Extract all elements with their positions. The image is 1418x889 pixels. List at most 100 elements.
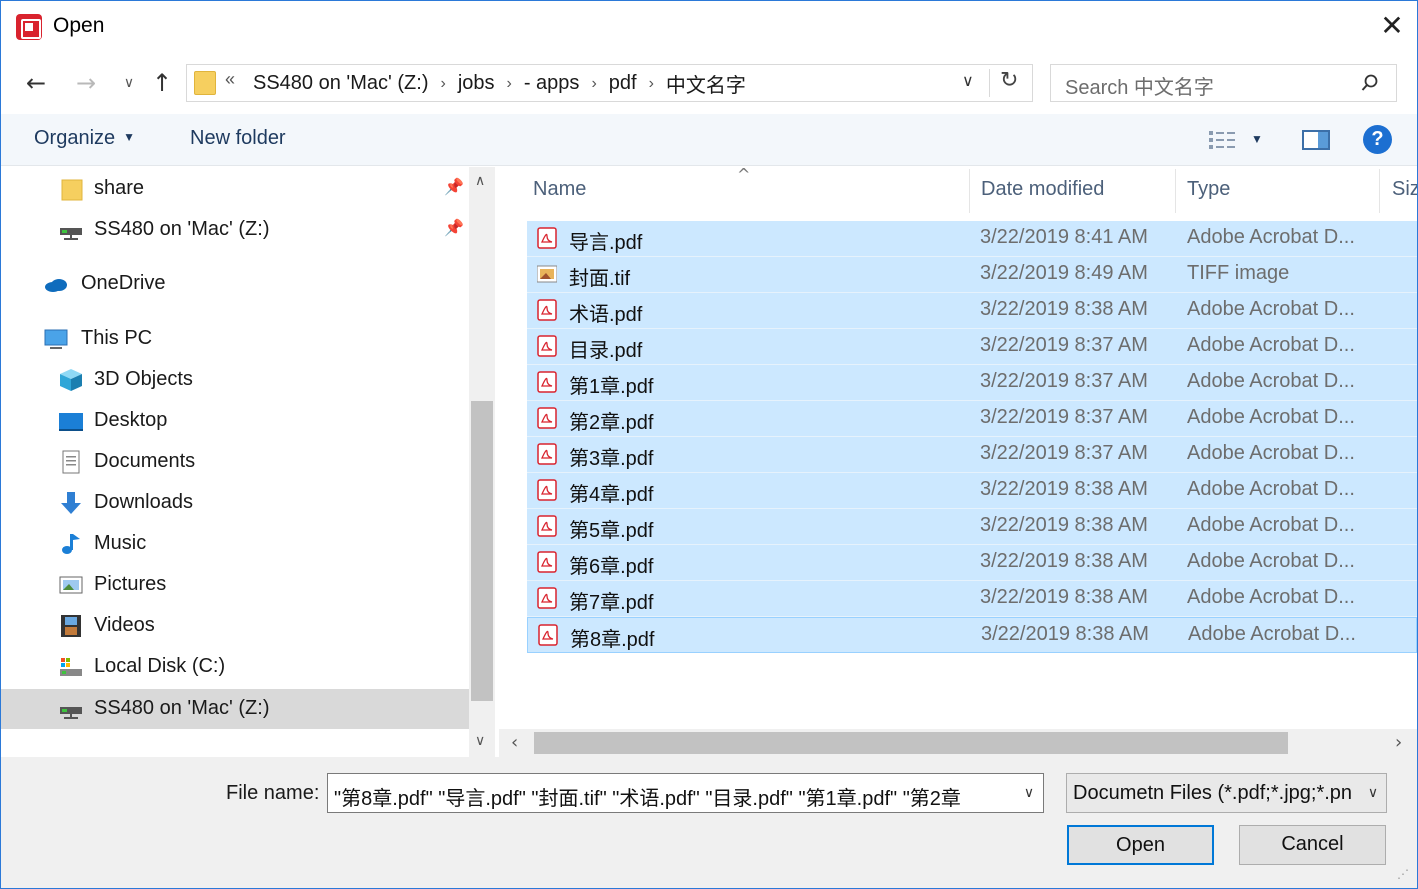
sidebar-item-3d-objects[interactable]: 3D Objects [1,360,469,400]
chevron-right-icon[interactable]: › [507,75,512,93]
file-row[interactable]: 第6章.pdf 3/22/2019 8:38 AM Adobe Acrobat … [527,545,1417,581]
sidebar-item-network-drive[interactable]: SS480 on 'Mac' (Z:) [1,689,469,729]
file-name-input[interactable]: "第8章.pdf" "导言.pdf" "封面.tif" "术语.pdf" "目录… [327,773,1044,813]
sidebar-item-label: OneDrive [81,272,166,294]
file-row[interactable]: 第1章.pdf 3/22/2019 8:37 AM Adobe Acrobat … [527,365,1417,401]
sidebar-item-downloads[interactable]: Downloads [1,483,469,523]
file-row[interactable]: 第8章.pdf 3/22/2019 8:38 AM Adobe Acrobat … [527,617,1417,653]
chevron-down-icon[interactable]: ∨ [1360,774,1386,812]
file-name-label: File name: [226,782,320,804]
forward-arrow-icon[interactable]: → [71,65,101,101]
address-bar[interactable]: « SS480 on 'Mac' (Z:) › jobs › - apps › … [186,64,1033,102]
sidebar-item-music[interactable]: Music [1,524,469,564]
file-date: 3/22/2019 8:37 AM [980,442,1148,464]
sidebar-item-label: Videos [94,614,155,636]
change-view-icon[interactable] [1208,129,1236,151]
pdf-icon [537,551,557,573]
breadcrumb-item[interactable]: jobs [458,72,495,95]
breadcrumb-item[interactable]: SS480 on 'Mac' (Z:) [253,72,428,95]
sidebar-item-this-pc[interactable]: This PC [1,319,469,359]
column-divider[interactable] [1379,169,1380,213]
column-header-type[interactable]: Type [1187,178,1230,201]
breadcrumb-item[interactable]: pdf [609,72,637,95]
file-row[interactable]: 术语.pdf 3/22/2019 8:38 AM Adobe Acrobat D… [527,293,1417,329]
refresh-icon[interactable]: ↻ [1000,68,1018,93]
file-row[interactable]: 第2章.pdf 3/22/2019 8:37 AM Adobe Acrobat … [527,401,1417,437]
file-type: Adobe Acrobat D... [1187,226,1355,248]
help-icon[interactable]: ? [1363,125,1392,154]
open-dialog: Open ✕ ← → ∨ ↑ « SS480 on 'Mac' (Z:) › j… [0,0,1418,889]
file-name: 第6章.pdf [569,556,654,578]
view-options-caret-icon[interactable]: ▼ [1251,132,1263,146]
column-divider[interactable] [969,169,970,213]
pin-icon[interactable]: 📌 [444,218,464,237]
search-placeholder: Search 中文名字 [1065,77,1214,99]
tif-icon [537,265,557,283]
sidebar-item-documents[interactable]: Documents [1,442,469,482]
pin-icon[interactable]: 📌 [444,177,464,196]
file-name-value: "第8章.pdf" "导言.pdf" "封面.tif" "术语.pdf" "目录… [334,788,961,810]
music-icon [62,534,80,554]
close-icon[interactable]: ✕ [1375,9,1409,43]
chevron-down-icon[interactable]: ∨ [962,71,974,90]
scroll-right-icon[interactable]: › [1395,732,1402,753]
file-type-select[interactable]: Documetn Files (*.pdf;*.jpg;*.pn ∨ [1066,773,1387,813]
scrollbar-thumb[interactable] [534,732,1288,754]
file-row[interactable]: 导言.pdf 3/22/2019 8:41 AM Adobe Acrobat D… [527,221,1417,257]
organize-button[interactable]: Organize ▼ [34,127,135,150]
scroll-up-icon[interactable]: ∧ [475,173,485,189]
sidebar-item-share[interactable]: share 📌 [1,169,469,209]
sidebar-item-network-drive-pinned[interactable]: SS480 on 'Mac' (Z:) 📌 [1,210,469,250]
sidebar-item-videos[interactable]: Videos [1,606,469,646]
resize-grip-icon[interactable]: ⋰ [1397,867,1409,881]
recent-locations-chevron-icon[interactable]: ∨ [114,65,144,101]
preview-pane-icon[interactable] [1302,130,1330,150]
file-list-horizontal-scrollbar[interactable]: ‹ › [499,729,1417,757]
chevron-right-icon[interactable]: › [440,75,445,93]
file-row[interactable]: 第4章.pdf 3/22/2019 8:38 AM Adobe Acrobat … [527,473,1417,509]
column-header-date-modified[interactable]: Date modified [981,178,1104,201]
pictures-icon [59,576,83,594]
breadcrumb-overflow[interactable]: « [225,69,235,90]
scrollbar-thumb[interactable] [471,401,493,701]
file-row[interactable]: 第5章.pdf 3/22/2019 8:38 AM Adobe Acrobat … [527,509,1417,545]
sidebar-item-onedrive[interactable]: OneDrive [1,264,469,304]
sidebar-item-desktop[interactable]: Desktop [1,401,469,441]
new-folder-button[interactable]: New folder [190,127,286,150]
back-arrow-icon[interactable]: ← [21,65,51,101]
column-header-name[interactable]: Name [533,178,586,201]
file-row[interactable]: 第3章.pdf 3/22/2019 8:37 AM Adobe Acrobat … [527,437,1417,473]
dialog-footer: File name: "第8章.pdf" "导言.pdf" "封面.tif" "… [1,757,1417,888]
navigation-scrollbar[interactable]: ∧ ∨ [469,167,495,757]
pdf-icon [537,335,557,357]
app-icon [16,14,42,40]
file-date: 3/22/2019 8:38 AM [980,298,1148,320]
chevron-right-icon[interactable]: › [591,75,596,93]
chevron-right-icon[interactable]: › [649,75,654,93]
search-input[interactable]: Search 中文名字 [1050,64,1397,102]
open-button[interactable]: Open [1067,825,1214,865]
column-divider[interactable] [1175,169,1176,213]
breadcrumb-item[interactable]: - apps [524,72,580,95]
cancel-button[interactable]: Cancel [1239,825,1386,865]
file-row[interactable]: 封面.tif 3/22/2019 8:49 AM TIFF image [527,257,1417,293]
pdf-icon [537,299,557,321]
breadcrumb-item[interactable]: 中文名字 [666,69,746,98]
sidebar-item-pictures[interactable]: Pictures [1,565,469,605]
videos-icon [61,615,81,637]
sidebar-item-local-disk[interactable]: Local Disk (C:) [1,647,469,687]
downloads-icon [61,492,81,514]
computer-icon [44,329,68,349]
file-type: Adobe Acrobat D... [1187,406,1355,428]
up-arrow-icon[interactable]: ↑ [147,65,177,101]
pdf-icon [537,407,557,429]
file-type-value: Documetn Files (*.pdf;*.jpg;*.pn [1073,782,1353,804]
file-row[interactable]: 目录.pdf 3/22/2019 8:37 AM Adobe Acrobat D… [527,329,1417,365]
file-name: 第1章.pdf [569,376,654,398]
chevron-down-icon[interactable]: ∨ [1015,774,1043,812]
scroll-down-icon[interactable]: ∨ [475,733,485,749]
file-row[interactable]: 第7章.pdf 3/22/2019 8:38 AM Adobe Acrobat … [527,581,1417,617]
column-header-size[interactable]: Siz [1392,178,1417,201]
search-icon[interactable] [1361,74,1379,92]
scroll-left-icon[interactable]: ‹ [511,732,518,753]
